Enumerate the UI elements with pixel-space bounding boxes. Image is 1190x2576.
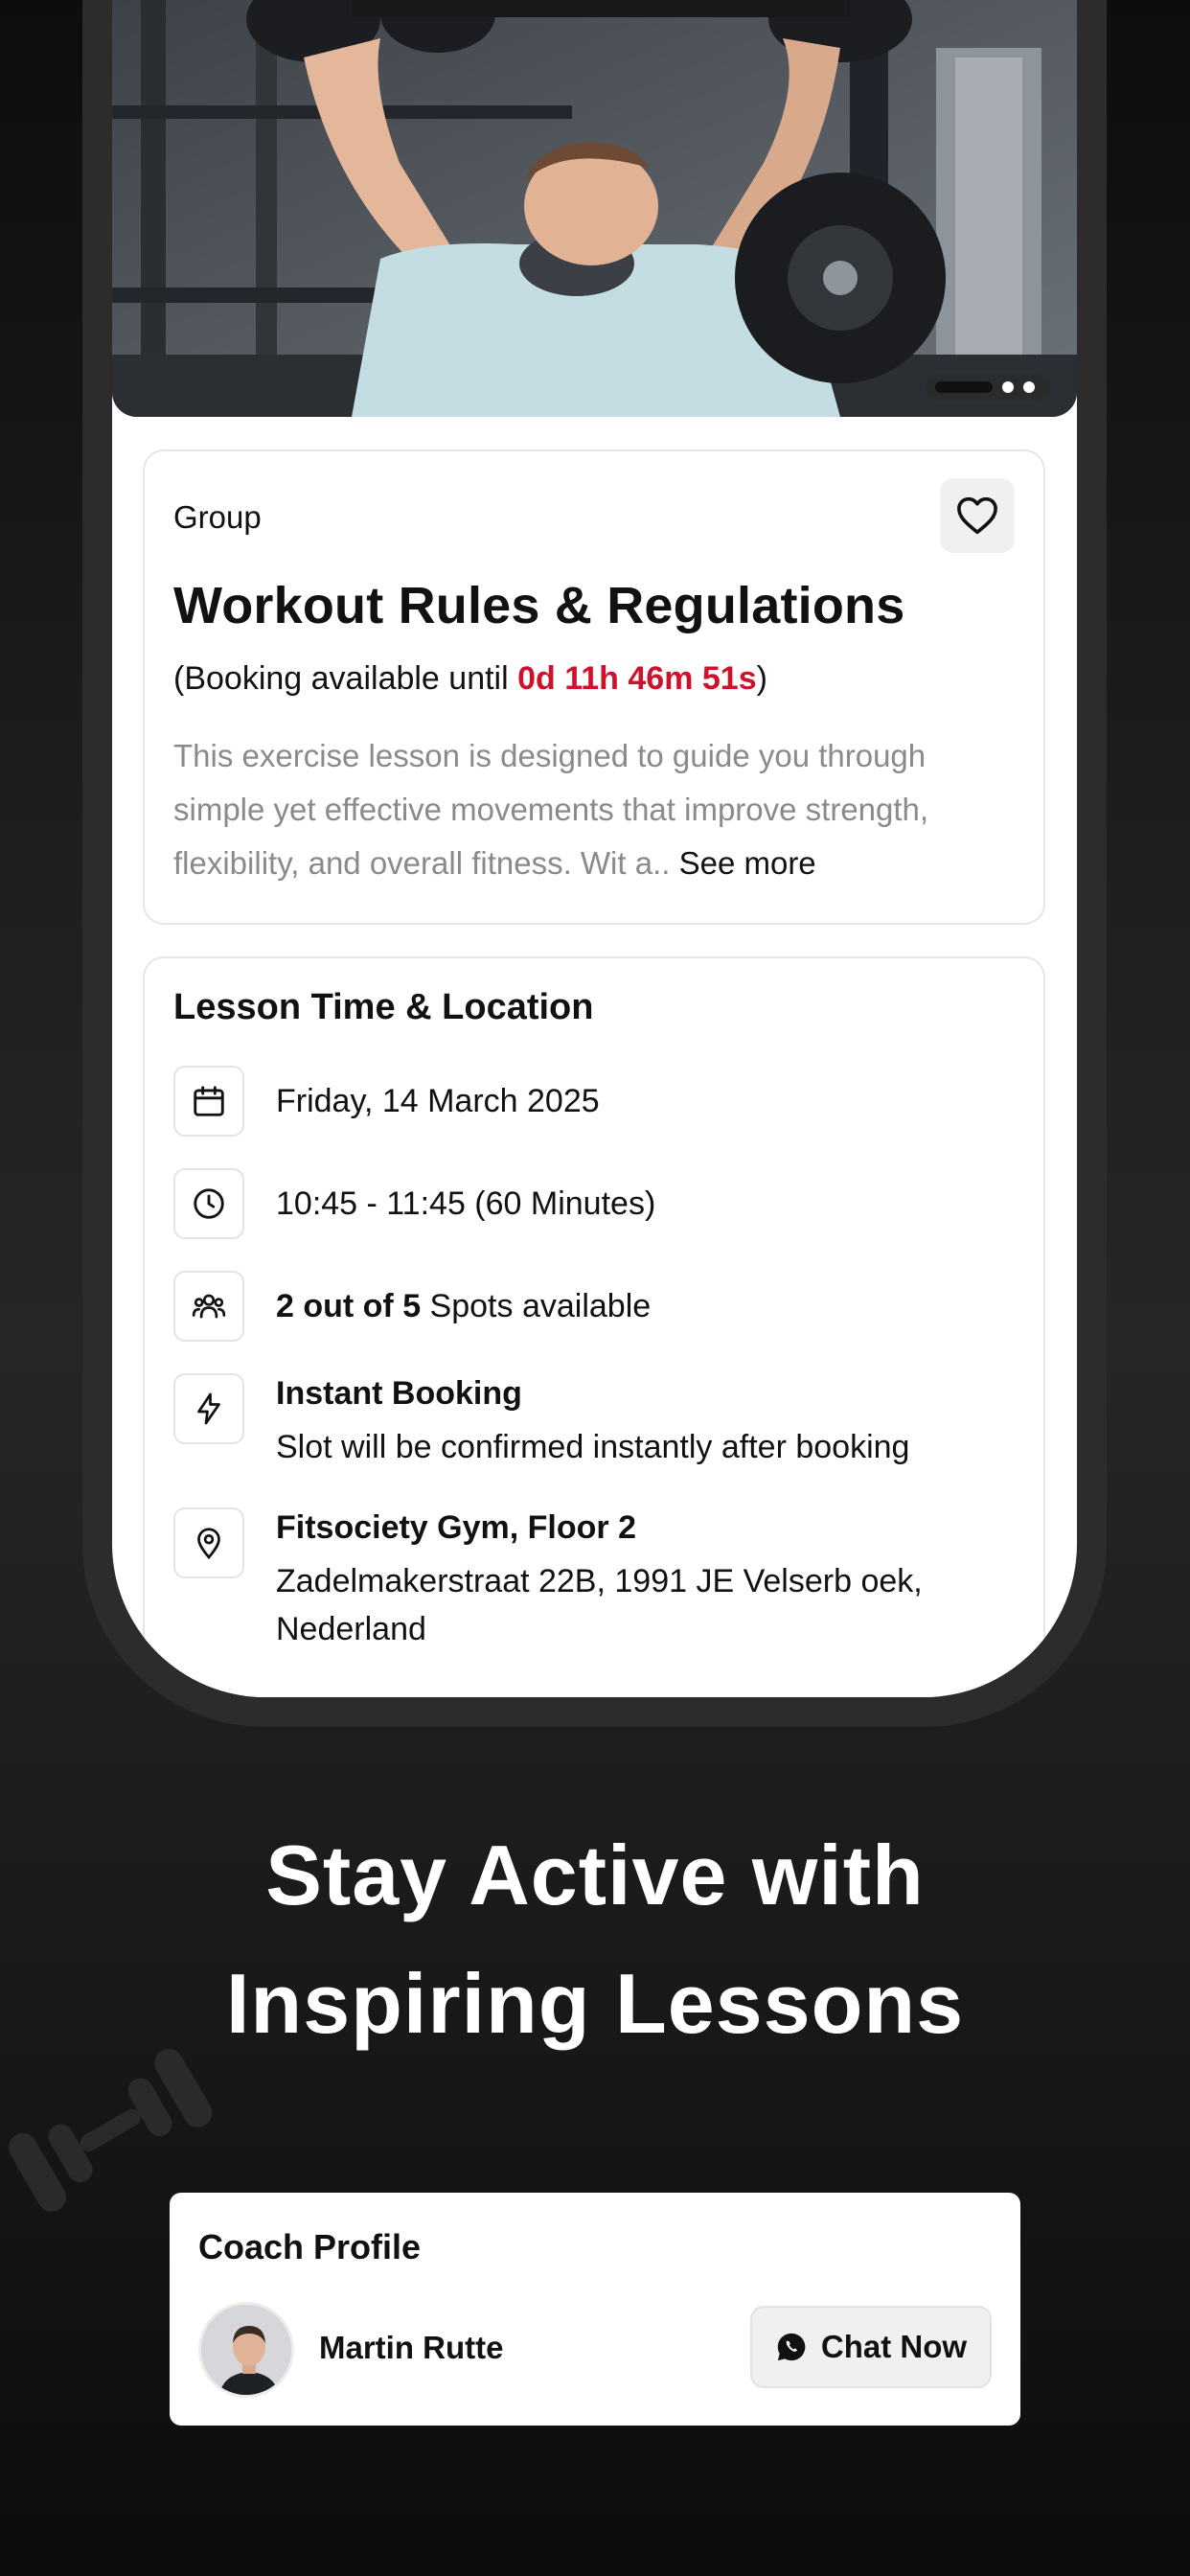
see-more-link[interactable]: See more [679, 845, 816, 881]
spots-count: 2 out of 5 [276, 1288, 422, 1324]
chat-now-button[interactable]: Chat Now [750, 2306, 992, 2388]
whatsapp-chat-icon [777, 2333, 806, 2361]
booking-suffix: ) [756, 660, 767, 697]
promo-headline: Stay Active with Inspiring Lessons [0, 1811, 1190, 2068]
promo-headline-line1: Stay Active with [265, 1828, 925, 1922]
gym-address: Zadelmakerstraat 22B, 1991 JE Velserb oe… [276, 1563, 923, 1647]
booking-countdown: 0d 11h 46m 51s [517, 660, 757, 697]
calendar-icon [173, 1066, 244, 1137]
booking-availability: (Booking available until 0d 11h 46m 51s) [173, 660, 767, 698]
pager-dot-active[interactable] [935, 381, 993, 393]
location-info: Fitsociety Gym, Floor 2 Zadelmakerstraat… [276, 1504, 1023, 1653]
group-users-icon [173, 1271, 244, 1342]
gym-name: Fitsociety Gym, Floor 2 [276, 1509, 636, 1546]
lightning-icon [173, 1373, 244, 1444]
heart-outline-icon [957, 496, 997, 535]
coach-profile-title: Coach Profile [198, 2227, 422, 2266]
pager-dot[interactable] [1023, 381, 1035, 393]
chat-now-label: Chat Now [820, 2329, 968, 2364]
instant-booking-desc: Slot will be confirmed instantly after b… [276, 1429, 910, 1465]
lesson-title: Workout Rules & Regulations [173, 577, 905, 634]
lesson-description: This exercise lesson is designed to guid… [173, 729, 1017, 890]
spots-label: Spots available [421, 1288, 652, 1324]
pager-dot[interactable] [1002, 381, 1014, 393]
gym-photo-illustration [112, 0, 1077, 417]
image-pager[interactable] [926, 375, 1050, 400]
booking-prefix: (Booking available until [173, 660, 518, 697]
instant-booking-info: Instant Booking Slot will be confirmed i… [276, 1369, 1023, 1471]
lesson-category: Group [173, 499, 262, 535]
clock-icon [173, 1168, 244, 1239]
coach-name: Martin Rutte [319, 2330, 504, 2365]
location-pin-icon [173, 1507, 244, 1578]
lesson-hero-image[interactable] [112, 0, 1077, 417]
favorite-button[interactable] [940, 478, 1015, 553]
lesson-info-card: Group Workout Rules & Regulations (Booki… [143, 449, 1045, 925]
lesson-time: 10:45 - 11:45 (60 Minutes) [276, 1185, 656, 1222]
time-location-title: Lesson Time & Location [173, 987, 594, 1027]
coach-profile-card: Coach Profile Martin Rutte Chat Now [170, 2193, 1020, 2426]
phone-screen: Group Workout Rules & Regulations (Booki… [112, 0, 1077, 1697]
coach-avatar[interactable] [198, 2302, 294, 2398]
spots-available: 2 out of 5 Spots available [276, 1282, 1023, 1330]
coach-avatar-image [201, 2305, 291, 2395]
lesson-date: Friday, 14 March 2025 [276, 1083, 600, 1119]
time-location-card: Lesson Time & Location Friday, 14 March … [143, 956, 1045, 1697]
instant-booking-title: Instant Booking [276, 1375, 522, 1412]
